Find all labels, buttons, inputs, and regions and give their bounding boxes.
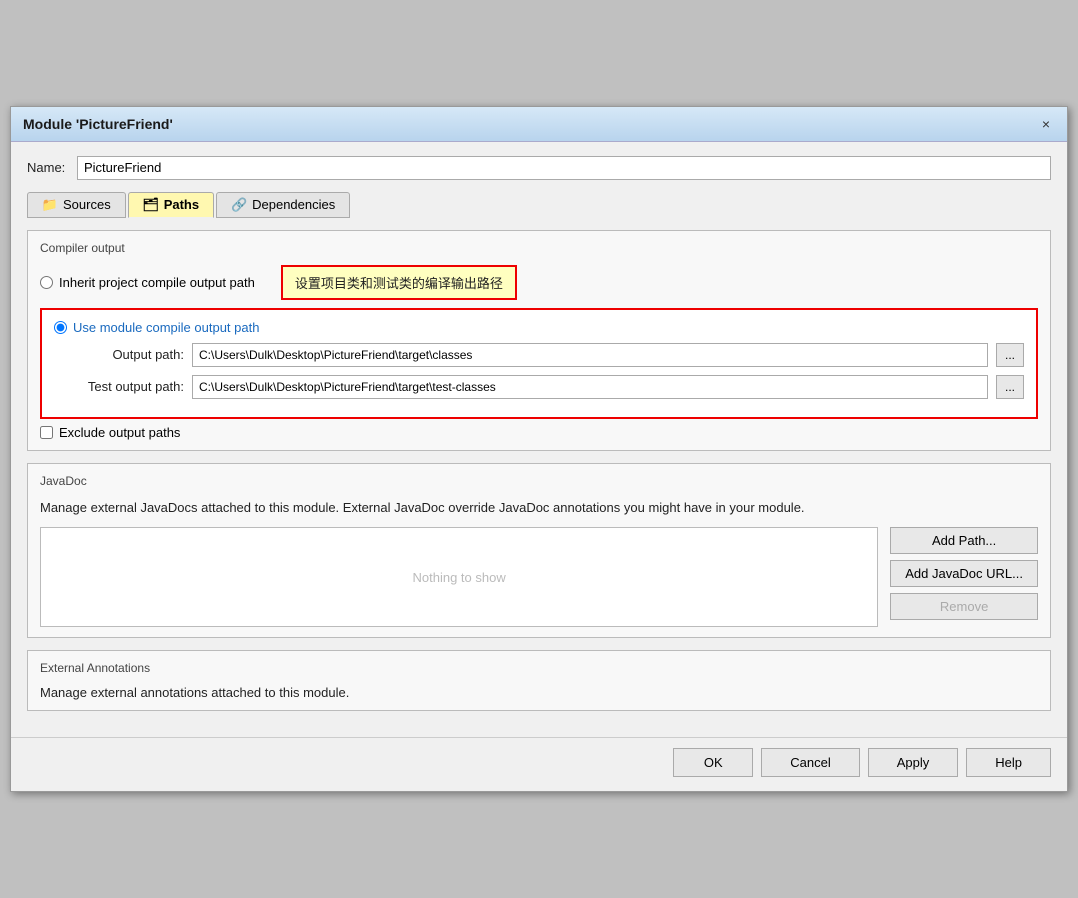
- tab-sources[interactable]: 📁 Sources: [27, 192, 126, 218]
- use-module-radio-row: Use module compile output path: [54, 320, 1024, 335]
- tooltip-box: 设置项目类和测试类的编译输出路径: [281, 265, 517, 300]
- name-row: Name:: [27, 156, 1051, 180]
- cancel-button[interactable]: Cancel: [761, 748, 859, 777]
- remove-button[interactable]: Remove: [890, 593, 1038, 620]
- output-path-label: Output path:: [54, 347, 184, 362]
- name-label: Name:: [27, 160, 77, 175]
- exclude-label: Exclude output paths: [59, 425, 180, 440]
- ok-button[interactable]: OK: [673, 748, 753, 777]
- add-path-button[interactable]: Add Path...: [890, 527, 1038, 554]
- javadoc-description: Manage external JavaDocs attached to thi…: [40, 498, 1038, 518]
- sources-icon: 📁: [42, 197, 58, 213]
- tabs-container: 📁 Sources 🗂 Paths 🔗 Dependencies: [27, 192, 1051, 218]
- nothing-to-show-label: Nothing to show: [412, 570, 505, 585]
- use-module-radio[interactable]: [54, 321, 67, 334]
- bottom-buttons: OK Cancel Apply Help: [11, 737, 1067, 791]
- javadoc-list: Nothing to show: [40, 527, 878, 627]
- exclude-row: Exclude output paths: [40, 425, 1038, 440]
- add-javadoc-url-button[interactable]: Add JavaDoc URL...: [890, 560, 1038, 587]
- dialog-body: Name: 📁 Sources 🗂 Paths 🔗 Dependencies C…: [11, 142, 1067, 738]
- paths-icon: 🗂: [143, 197, 159, 213]
- output-path-browse-button[interactable]: ...: [996, 343, 1024, 367]
- exclude-checkbox[interactable]: [40, 426, 53, 439]
- output-path-input[interactable]: [192, 343, 988, 367]
- use-module-label: Use module compile output path: [73, 320, 259, 335]
- use-module-box: Use module compile output path Output pa…: [40, 308, 1038, 419]
- apply-button[interactable]: Apply: [868, 748, 959, 777]
- test-output-path-browse-button[interactable]: ...: [996, 375, 1024, 399]
- module-dialog: Module 'PictureFriend' × Name: 📁 Sources…: [10, 106, 1068, 793]
- title-bar: Module 'PictureFriend' ×: [11, 107, 1067, 142]
- external-annotations-section: External Annotations Manage external ann…: [27, 650, 1051, 711]
- javadoc-content: Nothing to show Add Path... Add JavaDoc …: [40, 527, 1038, 627]
- test-output-path-label: Test output path:: [54, 379, 184, 394]
- name-input[interactable]: [77, 156, 1051, 180]
- compiler-output-title: Compiler output: [40, 241, 1038, 255]
- javadoc-buttons: Add Path... Add JavaDoc URL... Remove: [890, 527, 1038, 627]
- output-path-row: Output path: ...: [54, 343, 1024, 367]
- test-output-path-input[interactable]: [192, 375, 988, 399]
- inherit-radio[interactable]: [40, 276, 53, 289]
- test-output-path-row: Test output path: ...: [54, 375, 1024, 399]
- inherit-label: Inherit project compile output path: [59, 275, 255, 290]
- javadoc-section: JavaDoc Manage external JavaDocs attache…: [27, 463, 1051, 639]
- close-button[interactable]: ×: [1037, 115, 1055, 133]
- tab-paths[interactable]: 🗂 Paths: [128, 192, 214, 218]
- tab-dependencies-label: Dependencies: [252, 197, 335, 212]
- help-button[interactable]: Help: [966, 748, 1051, 777]
- tab-dependencies[interactable]: 🔗 Dependencies: [216, 192, 350, 218]
- dependencies-icon: 🔗: [231, 197, 247, 213]
- dialog-title: Module 'PictureFriend': [23, 116, 173, 132]
- javadoc-title: JavaDoc: [40, 474, 1038, 488]
- compiler-output-section: Compiler output Inherit project compile …: [27, 230, 1051, 451]
- tab-sources-label: Sources: [63, 197, 111, 212]
- inherit-radio-row: Inherit project compile output path 设置项目…: [40, 265, 1038, 300]
- tab-paths-label: Paths: [164, 197, 199, 212]
- external-annotations-description: Manage external annotations attached to …: [40, 685, 1038, 700]
- external-annotations-title: External Annotations: [40, 661, 1038, 675]
